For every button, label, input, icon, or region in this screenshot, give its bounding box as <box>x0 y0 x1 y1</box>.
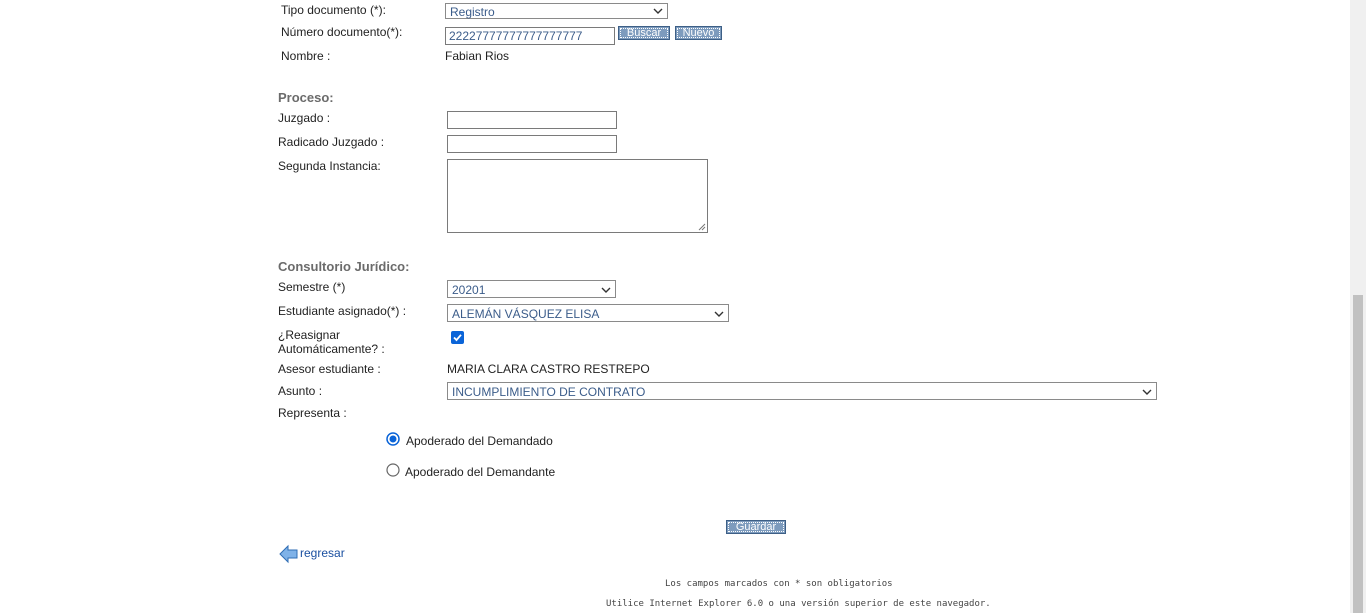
nuevo-button[interactable]: Nuevo <box>675 26 722 40</box>
chevron-down-icon <box>714 311 724 317</box>
browser-note: Utilice Internet Explorer 6.0 o una vers… <box>606 599 991 609</box>
semestre-label: Semestre (*) <box>278 280 346 294</box>
proceso-title: Proceso: <box>278 90 334 105</box>
radicado-juzgado-label: Radicado Juzgado : <box>278 135 385 149</box>
segunda-instancia-textarea[interactable] <box>447 159 708 233</box>
estudiante-label: Estudiante asignado(*) : <box>278 304 407 318</box>
asunto-select[interactable]: INCUMPLIMIENTO DE CONTRATO <box>447 382 1157 400</box>
asesor-value: MARIA CLARA CASTRO RESTREPO <box>447 362 650 376</box>
vertical-scrollbar[interactable] <box>1350 0 1366 613</box>
required-fields-note: Los campos marcados con * son obligatori… <box>665 579 893 589</box>
tipo-documento-label: Tipo documento (*): <box>281 3 386 17</box>
tipo-documento-value: Registro <box>450 5 495 19</box>
radio-demandado[interactable] <box>386 432 400 446</box>
asunto-label: Asunto : <box>278 384 323 398</box>
juzgado-label: Juzgado : <box>278 111 331 125</box>
scrollbar-thumb[interactable] <box>1353 295 1363 613</box>
reasignar-label-line1: ¿Reasignar <box>278 328 341 342</box>
buscar-button[interactable]: Buscar <box>618 26 670 40</box>
back-arrow-icon <box>279 544 298 564</box>
semestre-value: 20201 <box>452 283 486 297</box>
representa-label: Representa : <box>278 406 347 420</box>
reasignar-checkbox[interactable] <box>451 331 464 344</box>
radio-demandado-label[interactable]: Apoderado del Demandado <box>406 434 553 448</box>
asesor-label: Asesor estudiante : <box>278 362 381 376</box>
estudiante-value: ALEMÁN VÁSQUEZ ELISA <box>452 307 600 321</box>
segunda-instancia-label: Segunda Instancia: <box>278 159 381 173</box>
estudiante-select[interactable]: ALEMÁN VÁSQUEZ ELISA <box>447 304 729 322</box>
semestre-select[interactable]: 20201 <box>447 280 616 298</box>
regresar-label[interactable]: regresar <box>300 546 345 560</box>
radicado-juzgado-input[interactable] <box>447 135 617 153</box>
numero-documento-label: Número documento(*): <box>281 25 403 39</box>
nombre-value: Fabian Rios <box>445 49 510 63</box>
juzgado-input[interactable] <box>447 111 617 129</box>
radio-demandante-label[interactable]: Apoderado del Demandante <box>405 465 555 479</box>
chevron-down-icon <box>1142 389 1152 395</box>
resize-grip-icon[interactable] <box>698 223 706 231</box>
reasignar-label-line2: Automáticamente? : <box>278 342 385 356</box>
radio-demandante[interactable] <box>386 463 400 477</box>
nombre-label: Nombre : <box>281 49 331 63</box>
numero-documento-input[interactable]: 22227777777777777777 <box>445 27 615 45</box>
consultorio-title: Consultorio Jurídico: <box>278 259 410 274</box>
chevron-down-icon <box>653 8 663 14</box>
chevron-down-icon <box>601 287 611 293</box>
asunto-value: INCUMPLIMIENTO DE CONTRATO <box>452 385 646 399</box>
tipo-documento-select[interactable]: Registro <box>445 3 668 19</box>
guardar-button[interactable]: Guardar <box>726 520 786 534</box>
